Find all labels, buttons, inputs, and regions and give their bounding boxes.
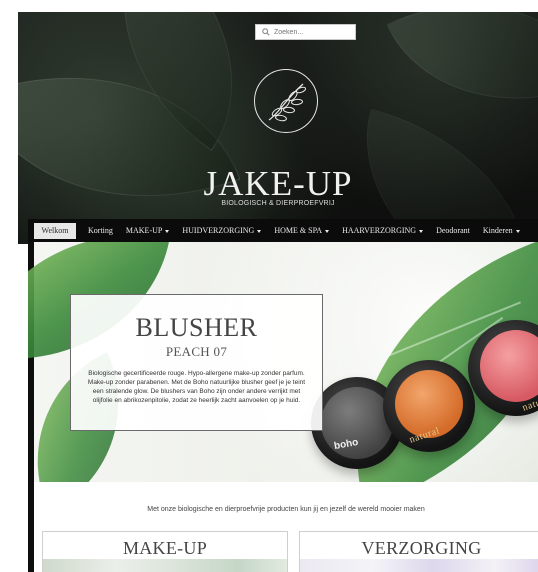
- nav-item-label: Deodorant: [436, 226, 470, 235]
- hero-banner[interactable]: boho natural natural BLUSHER PEACH 07 Bi…: [28, 242, 538, 482]
- brand-name[interactable]: JAKE-UP: [18, 164, 538, 204]
- promo-description: Biologische gecertificeerde rouge. Hypo-…: [87, 370, 306, 404]
- category-title: VERZORGING: [361, 538, 482, 558]
- chevron-down-icon: [419, 229, 424, 233]
- nav-item-label: Korting: [88, 226, 113, 235]
- promo-title: BLUSHER: [135, 313, 258, 342]
- nav-item-welkom[interactable]: Welkom: [34, 222, 76, 239]
- search-input[interactable]: [274, 28, 354, 36]
- leaf-branch-icon: [268, 83, 307, 122]
- chevron-down-icon: [257, 229, 262, 233]
- category-image-strip: [43, 559, 287, 572]
- nav-item-haarverzorging[interactable]: HAARVERZORGING: [339, 223, 426, 239]
- nav-item-label: Kinderen: [482, 226, 513, 235]
- nav-item-label: HUIDVERZORGING: [182, 226, 255, 235]
- brand-logo[interactable]: [254, 69, 318, 133]
- site-header: JAKE-UP BIOLOGISCH & DIERPROEFVRIJ: [18, 12, 538, 244]
- main-navigation: Welkom Korting MAKE-UP HUIDVERZORGING HO…: [28, 219, 538, 242]
- category-card-verzorging[interactable]: VERZORGING: [299, 531, 538, 572]
- nav-item-make-up[interactable]: MAKE-UP: [123, 223, 172, 239]
- promo-subtitle: PEACH 07: [165, 344, 228, 359]
- category-image-strip: [300, 559, 538, 572]
- category-title: MAKE-UP: [122, 538, 208, 558]
- blusher-pan-left: [321, 387, 393, 459]
- search-box[interactable]: [255, 24, 356, 40]
- search-icon: [262, 28, 270, 36]
- product-promo-box[interactable]: BLUSHER PEACH 07 Biologische gecertifice…: [70, 294, 323, 431]
- category-card-make-up[interactable]: MAKE-UP: [42, 531, 288, 572]
- homepage-tagline: Met onze biologische en dierproefvrije p…: [147, 506, 425, 513]
- blusher-pan-right: [480, 330, 538, 402]
- chevron-down-icon: [515, 229, 520, 233]
- blusher-compact-middle: natural: [383, 360, 475, 452]
- chevron-down-icon: [165, 229, 170, 233]
- page: JAKE-UP BIOLOGISCH & DIERPROEFVRIJ Welko…: [0, 0, 538, 572]
- nav-item-deodorant[interactable]: Deodorant: [433, 223, 473, 239]
- nav-item-korting[interactable]: Korting: [85, 223, 116, 239]
- nav-item-kinderen[interactable]: Kinderen: [480, 223, 523, 239]
- nav-item-label: Welkom: [41, 226, 69, 235]
- content-section: Met onze biologische en dierproefvrije p…: [28, 482, 538, 572]
- chevron-down-icon: [325, 229, 330, 233]
- nav-item-huidverzorging[interactable]: HUIDVERZORGING: [179, 223, 264, 239]
- nav-item-label: MAKE-UP: [125, 226, 163, 235]
- brand-tagline: BIOLOGISCH & DIERPROEFVRIJ: [221, 200, 335, 207]
- nav-item-label: HOME & SPA: [274, 226, 323, 235]
- nav-item-label: HAARVERZORGING: [342, 226, 417, 235]
- nav-item-home-spa[interactable]: HOME & SPA: [271, 223, 332, 239]
